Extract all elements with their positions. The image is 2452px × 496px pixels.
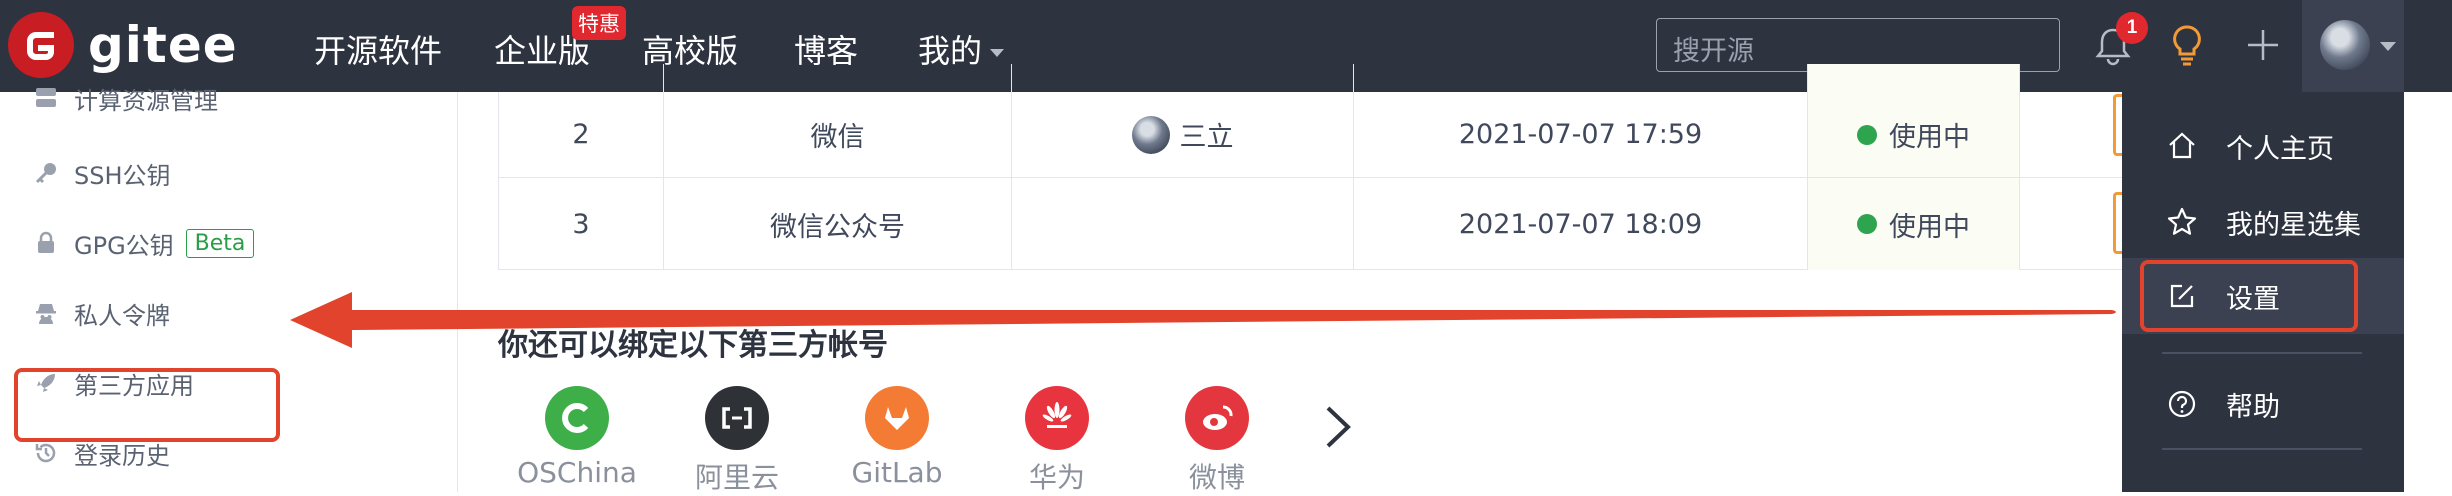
aliyun-icon xyxy=(705,386,769,450)
token-table: 2 微信 三立 2021-07-07 17:59 使用中 3 微信公众号 202… xyxy=(498,64,2125,270)
chevron-down-icon xyxy=(2380,42,2396,51)
gitee-logo-icon xyxy=(8,12,74,78)
lock-icon xyxy=(30,227,62,259)
table-row: 3 微信公众号 2021-07-07 18:09 使用中 xyxy=(499,178,2125,270)
gitlab-icon xyxy=(865,386,929,450)
status-dot-icon xyxy=(1857,214,1877,234)
bind-weibo[interactable]: 微博 xyxy=(1137,386,1297,496)
oschina-icon xyxy=(545,386,609,450)
home-icon xyxy=(2162,126,2202,166)
sidebar-item-label: 第三方应用 xyxy=(74,371,194,400)
beta-badge: Beta xyxy=(185,228,255,258)
help-icon xyxy=(2162,384,2202,424)
third-party-label: OSChina xyxy=(517,456,637,489)
search-placeholder: 搜开源 xyxy=(1673,36,1754,67)
user-menu-trigger[interactable] xyxy=(2302,0,2404,92)
star-icon xyxy=(2162,202,2202,242)
lightbulb-icon[interactable] xyxy=(2160,18,2214,72)
row-creator xyxy=(1012,178,1354,270)
row-index: 3 xyxy=(499,178,664,270)
sidebar-item-third-party[interactable]: 第三方应用 xyxy=(30,358,194,408)
avatar xyxy=(2320,20,2370,70)
menu-item-label: 个人主页 xyxy=(2226,133,2334,165)
row-status: 使用中 xyxy=(1808,64,2020,177)
row-time: 2021-07-07 18:09 xyxy=(1354,178,1808,270)
row-creator: 三立 xyxy=(1012,64,1354,177)
menu-item-label: 帮助 xyxy=(2226,391,2280,423)
sidebar-item-login-history[interactable]: 登录历史 xyxy=(30,428,170,478)
menu-item-label: 我的星选集 xyxy=(2226,209,2361,241)
gitee-logo[interactable]: gitee xyxy=(8,12,238,78)
notification-badge: 1 xyxy=(2116,12,2148,44)
row-status: 使用中 xyxy=(1808,178,2020,270)
menu-divider xyxy=(2162,448,2362,450)
annotation-arrow xyxy=(290,292,2116,348)
key-icon xyxy=(30,157,62,189)
chevron-right-icon[interactable] xyxy=(1320,404,1356,455)
menu-divider xyxy=(2162,352,2362,354)
sidebar-item-label: 私人令牌 xyxy=(74,301,170,330)
row-index: 2 xyxy=(499,64,664,177)
user-dropdown-menu: 个人主页 我的星选集 设置 帮助 xyxy=(2122,92,2404,492)
menu-item-help[interactable]: 帮助 xyxy=(2122,366,2404,442)
menu-item-stars[interactable]: 我的星选集 xyxy=(2122,184,2404,260)
row-name: 微信 xyxy=(664,64,1012,177)
sidebar-item-label: GPG公钥 xyxy=(74,231,174,260)
menu-item-profile[interactable]: 个人主页 xyxy=(2122,108,2404,184)
status-text: 使用中 xyxy=(1889,211,1970,243)
row-time: 2021-07-07 17:59 xyxy=(1354,64,1808,177)
brand-name: gitee xyxy=(88,16,238,74)
bind-oschina[interactable]: OSChina xyxy=(497,386,657,489)
bind-gitlab[interactable]: GitLab xyxy=(817,386,977,489)
chevron-down-icon xyxy=(990,49,1005,57)
spy-icon xyxy=(30,297,62,329)
row-name: 微信公众号 xyxy=(664,178,1012,270)
creator-name: 三立 xyxy=(1179,122,1234,153)
sidebar-item-private-token[interactable]: 私人令牌 xyxy=(30,288,170,338)
bind-aliyun[interactable]: 阿里云 xyxy=(657,386,817,496)
weibo-icon xyxy=(1185,386,1249,450)
sidebar-item-gpg[interactable]: GPG公钥 Beta xyxy=(30,218,255,268)
nav-open-source[interactable]: 开源软件 xyxy=(314,26,442,72)
sidebar-item-compute[interactable]: 计算资源管理 xyxy=(30,73,218,123)
promo-badge: 特惠 xyxy=(572,6,626,40)
sidebar-item-label: 登录历史 xyxy=(74,441,170,470)
huawei-icon xyxy=(1025,386,1089,450)
rocket-icon xyxy=(30,367,62,399)
third-party-label: 微博 xyxy=(1188,461,1245,494)
third-party-label: 阿里云 xyxy=(694,461,779,494)
status-dot-icon xyxy=(1857,124,1877,145)
avatar xyxy=(1131,115,1170,154)
sidebar-item-label: SSH公钥 xyxy=(74,161,171,190)
plus-icon[interactable] xyxy=(2236,18,2290,72)
sidebar-item-ssh[interactable]: SSH公钥 xyxy=(30,148,171,198)
bind-huawei[interactable]: 华为 xyxy=(977,386,1137,496)
settings-highlight xyxy=(2140,260,2358,332)
table-row: 2 微信 三立 2021-07-07 17:59 使用中 xyxy=(499,64,2125,178)
server-icon xyxy=(30,82,62,114)
status-text: 使用中 xyxy=(1889,122,1970,153)
sidebar-item-label: 计算资源管理 xyxy=(74,86,218,115)
history-icon xyxy=(30,437,62,469)
third-party-label: 华为 xyxy=(1028,461,1085,494)
third-party-label: GitLab xyxy=(851,456,943,489)
